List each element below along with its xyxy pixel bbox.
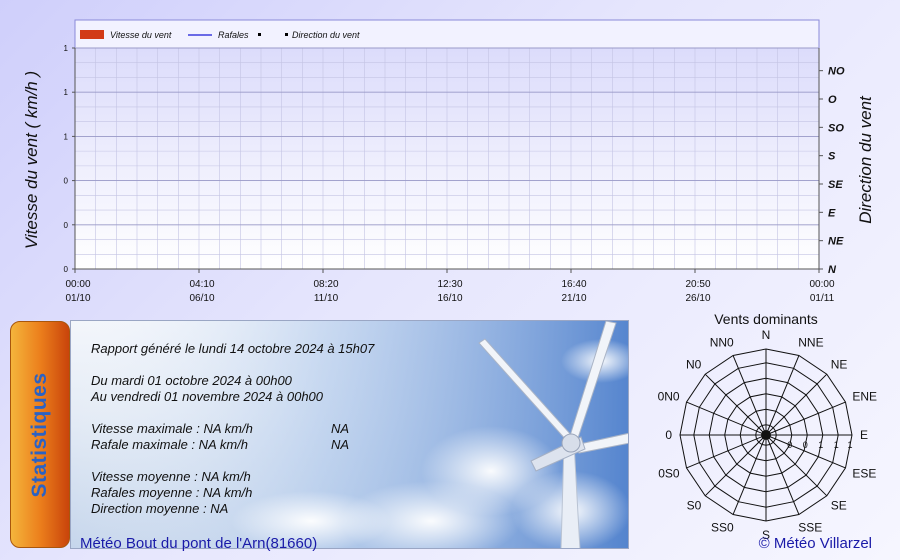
y2-tick-label: SE <box>828 179 843 191</box>
wind-rose-spoke <box>704 434 767 497</box>
x-tick-time: 12:30 <box>437 279 462 290</box>
legend-label: Direction du vent <box>292 30 360 40</box>
x-tick-time: 00:00 <box>65 279 90 290</box>
y-tick-label: 0 <box>64 177 69 186</box>
wind-rose-direction-label: ESE <box>852 466 876 480</box>
legend-swatch-point <box>258 33 261 36</box>
max-speed-line: Vitesse maximale : NA km/h <box>91 421 253 436</box>
wind-rose-title: Vents dominants <box>714 311 818 327</box>
wind-chart: Vitesse du vent Rafales Direction du vent … <box>22 19 875 304</box>
statistics-tab-label: Statistiques <box>28 371 51 498</box>
wind-rose-ring-label: 1 <box>818 440 823 450</box>
wind-rose-spoke <box>704 373 767 436</box>
y-tick-label: 0 <box>64 265 69 274</box>
wind-rose-direction-label: 0 <box>665 428 672 442</box>
wind-rose-ring-label: 1 <box>847 440 852 450</box>
y2-tick-labels: NO O SO S SE E NE N <box>819 66 845 276</box>
x-tick-time: 04:10 <box>189 279 214 290</box>
x-tick-time: 16:40 <box>561 279 586 290</box>
wind-rose-direction-label: NN0 <box>710 336 734 350</box>
y-tick-labels: 1 1 1 0 0 0 <box>64 44 75 274</box>
period-start-line: Du mardi 01 octobre 2024 à 00h00 <box>91 373 292 388</box>
legend-swatch-point <box>285 33 288 36</box>
x-tick-date: 01/10 <box>65 293 90 304</box>
x-tick-time: 00:00 <box>809 279 834 290</box>
report-generated-line: Rapport généré le lundi 14 octobre 2024 … <box>91 341 375 356</box>
wind-rose-direction-label: 0S0 <box>658 466 680 480</box>
copyright: © Météo Villarzel <box>758 535 872 552</box>
max-gust-line: Rafale maximale : NA km/h <box>91 437 249 452</box>
legend-label: Rafales <box>218 30 249 40</box>
y2-axis-label: Direction du vent <box>856 95 875 224</box>
x-tick-date: 01/11 <box>810 293 835 304</box>
chart-legend: Vitesse du vent Rafales Direction du vent <box>80 30 360 40</box>
wind-rose-direction-label: E <box>860 428 868 442</box>
statistics-panel: Rapport généré le lundi 14 octobre 2024 … <box>70 320 629 549</box>
wind-rose-ring-label: 1 <box>834 440 839 450</box>
wind-rose-direction-label: SS0 <box>711 520 734 534</box>
max-speed-value: NA <box>331 421 350 436</box>
y2-tick-label: S <box>828 151 836 163</box>
legend-box <box>74 19 820 49</box>
y2-tick-label: E <box>828 207 836 219</box>
wind-rose-direction-label: N <box>762 328 771 342</box>
wind-rose-direction-label: NNE <box>798 336 823 350</box>
x-tick-labels: 00:00 01/10 04:10 06/10 08:20 11/10 12:30 16/10… <box>65 269 835 304</box>
wind-rose-grid <box>679 348 853 522</box>
wind-rose-center <box>761 430 771 440</box>
wind-rose-spoke <box>765 373 828 436</box>
y-tick-label: 0 <box>64 221 69 230</box>
statistics-tab[interactable]: Statistiques <box>10 321 70 548</box>
wind-rose-direction-label: 0N0 <box>658 390 680 404</box>
x-tick-time: 20:50 <box>685 279 710 290</box>
wind-rose-direction-label: ENE <box>852 390 877 404</box>
wind-rose-direction-label: SE <box>831 499 847 513</box>
wind-rose-ring-label: 0 <box>803 440 808 450</box>
station-name: Météo Bout du pont de l'Arn(81660) <box>80 535 318 552</box>
wind-rose-direction-label: NE <box>831 357 848 371</box>
legend-swatch-bar <box>80 30 104 39</box>
y2-tick-label: NE <box>828 236 844 248</box>
wind-rose-direction-label: N0 <box>686 357 702 371</box>
avg-speed-line: Vitesse moyenne : NA km/h <box>91 469 251 484</box>
wind-rose-direction-label: SSE <box>798 520 822 534</box>
y2-tick-label: N <box>828 264 837 276</box>
wind-rose-chart: Vents dominants NNNENEENEEESESESSESSS0S0… <box>658 311 877 542</box>
period-end-line: Au vendredi 01 novembre 2024 à 00h00 <box>91 389 324 404</box>
x-tick-date: 06/10 <box>189 293 214 304</box>
avg-gust-line: Rafales moyenne : NA km/h <box>91 485 253 500</box>
avg-direction-line: Direction moyenne : NA <box>91 501 229 516</box>
y-tick-label: 1 <box>64 132 69 141</box>
y2-tick-label: SO <box>828 122 844 134</box>
legend-label: Vitesse du vent <box>110 30 172 40</box>
wind-rose-ring-label: 0 <box>787 440 792 450</box>
x-tick-time: 08:20 <box>313 279 338 290</box>
x-tick-date: 16/10 <box>437 293 462 304</box>
y2-tick-label: O <box>828 94 837 106</box>
y2-tick-label: NO <box>828 66 845 78</box>
wind-rose-direction-label: S0 <box>687 499 702 513</box>
x-tick-date: 26/10 <box>685 293 710 304</box>
y-tick-label: 1 <box>64 44 69 53</box>
x-tick-date: 21/10 <box>561 293 586 304</box>
wind-rose-ring-labels: 00111 <box>787 440 852 450</box>
y-tick-label: 1 <box>64 88 69 97</box>
x-tick-date: 11/10 <box>314 293 339 304</box>
max-gust-value: NA <box>331 437 350 452</box>
y-axis-label: Vitesse du vent ( km/h ) <box>22 71 41 249</box>
